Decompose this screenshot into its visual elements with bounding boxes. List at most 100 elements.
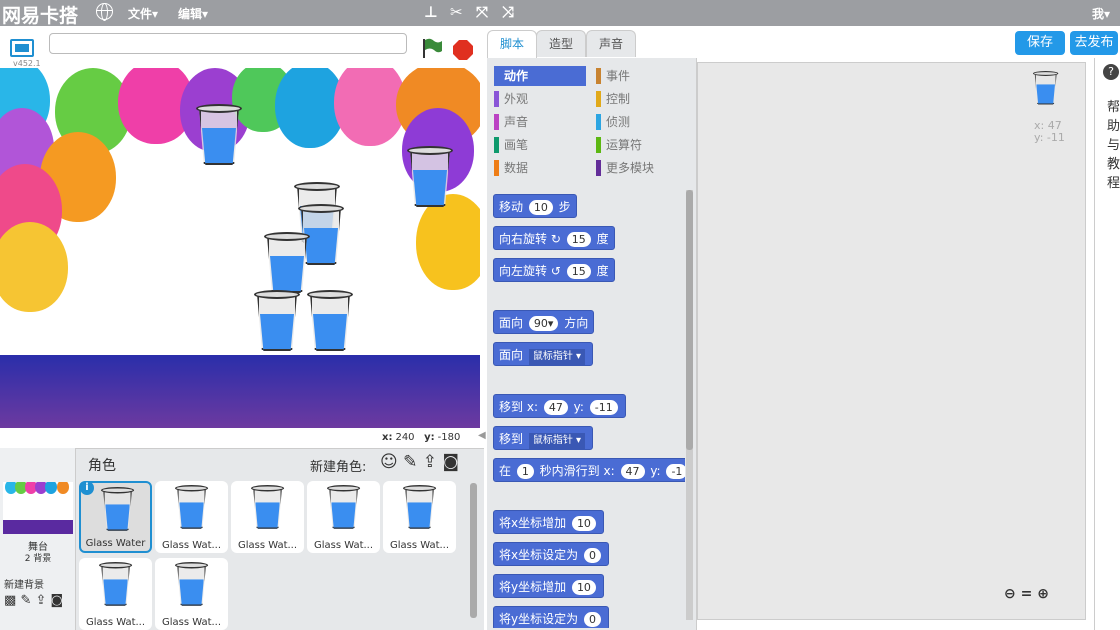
category-swatch — [596, 68, 601, 84]
sprite-position-readout: x: 47 y: -11 — [1034, 119, 1065, 144]
tab-sounds[interactable]: 声音 — [586, 30, 636, 57]
glass-thumbnail-icon — [175, 562, 209, 608]
tab-scripts[interactable]: 脚本 — [487, 30, 537, 58]
camera-backdrop-icon[interactable]: ◙ — [51, 593, 64, 608]
glass-water-sprite[interactable] — [196, 104, 242, 168]
help-icon[interactable]: ? — [1103, 64, 1119, 80]
category-item[interactable]: 侦测 — [596, 112, 630, 132]
script-area[interactable] — [697, 62, 1086, 620]
block-goto[interactable]: 移到 鼠标指针 ▾ — [493, 426, 594, 450]
camera-sprite-icon[interactable]: ◙ — [442, 452, 459, 472]
block-goto-xy[interactable]: 移到 x: 47 y: -11 — [493, 394, 626, 418]
category-item[interactable]: 外观 — [494, 89, 528, 109]
category-item[interactable]: 画笔 — [494, 135, 528, 155]
category-item[interactable]: 控制 — [596, 89, 630, 109]
stop-icon[interactable] — [453, 40, 473, 60]
category-label: 运算符 — [606, 138, 643, 152]
category-swatch — [494, 91, 499, 107]
help-text[interactable]: 帮助与教程 — [1107, 98, 1120, 193]
sprite-thumbnail[interactable]: Glass Wat... — [383, 481, 456, 553]
sprite-thumbnail[interactable]: Glass Wat... — [79, 558, 152, 630]
glass-water-sprite[interactable] — [307, 290, 353, 354]
green-flag-icon[interactable] — [420, 37, 444, 59]
block-change-y[interactable]: 将y坐标增加 10 — [493, 574, 604, 598]
block-point-towards[interactable]: 面向 鼠标指针 ▾ — [493, 342, 594, 366]
upload-backdrop-icon[interactable]: ⇪ — [35, 593, 46, 608]
category-item[interactable]: 动作 — [494, 66, 586, 86]
edit-menu[interactable]: 编辑▾ — [178, 5, 208, 22]
category-label: 画笔 — [504, 138, 529, 152]
menu-bar: 网易卡搭 文件▾ 编辑▾ ⊥ ✂ ⤧ ⤨ 我▾ — [0, 0, 1120, 28]
stage-canvas[interactable] — [0, 68, 480, 428]
upload-sprite-icon[interactable]: ⇪ — [423, 452, 437, 472]
category-item[interactable]: 更多模块 — [596, 158, 654, 178]
zoom-reset-icon[interactable]: = — [1021, 586, 1033, 602]
block-turn-right[interactable]: 向右旋转 ↻ 15 度 — [493, 226, 615, 250]
category-label: 数据 — [504, 161, 529, 175]
sprite-info-icon[interactable]: i — [80, 481, 94, 495]
glass-thumbnail-icon — [403, 485, 437, 531]
sprite-name: Glass Wat... — [389, 540, 450, 551]
block-move[interactable]: 移动 10 步 — [493, 194, 577, 218]
block-turn-left[interactable]: 向左旋转 ↺ 15 度 — [493, 258, 615, 282]
category-label: 事件 — [606, 69, 631, 83]
category-swatch — [494, 137, 499, 153]
category-item[interactable]: 运算符 — [596, 135, 642, 155]
sprite-name: Glass Wat... — [161, 540, 222, 551]
glass-thumbnail-icon — [175, 485, 209, 531]
sprite-thumbnail[interactable]: Glass Wat... — [155, 481, 228, 553]
backdrop-count: 2 背景 — [24, 554, 52, 564]
block-change-x[interactable]: 将x坐标增加 10 — [493, 510, 604, 534]
glass-thumbnail-icon — [251, 485, 285, 531]
block-glide[interactable]: 在 1 秒内滑行到 x: 47 y: -1 — [493, 458, 685, 482]
category-item[interactable]: 数据 — [494, 158, 528, 178]
sprite-thumbnail[interactable]: Glass Wat... — [231, 481, 304, 553]
category-label: 动作 — [504, 69, 529, 83]
category-item[interactable]: 声音 — [494, 112, 528, 132]
category-label: 侦测 — [606, 115, 631, 129]
category-swatch — [596, 114, 601, 130]
grow-icon[interactable]: ⤧ — [476, 3, 488, 21]
tab-costumes[interactable]: 造型 — [536, 30, 586, 57]
zoom-in-icon[interactable]: ⊕ — [1037, 586, 1049, 602]
stage-thumbnail[interactable] — [3, 482, 73, 534]
user-menu[interactable]: 我▾ — [1092, 5, 1110, 22]
save-button[interactable]: 保存 — [1015, 31, 1065, 55]
rotate-right-icon: ↻ — [550, 232, 561, 246]
sprite-list-scrollbar[interactable] — [470, 483, 477, 618]
cut-scissors-icon[interactable]: ✂ — [450, 3, 463, 21]
block-set-y[interactable]: 将y坐标设定为 0 — [493, 606, 609, 628]
shrink-icon[interactable]: ⤨ — [502, 3, 514, 21]
language-globe-icon[interactable] — [96, 3, 113, 21]
sprites-header: 角色 — [88, 458, 116, 474]
category-item[interactable]: 事件 — [596, 66, 630, 86]
paint-sprite-icon[interactable]: ✎ — [403, 452, 417, 472]
glass-thumbnail-icon — [101, 487, 135, 533]
block-set-x[interactable]: 将x坐标设定为 0 — [493, 542, 609, 566]
block-point-direction[interactable]: 面向 90▾ 方向 — [493, 310, 595, 334]
project-title-input[interactable] — [49, 33, 407, 54]
sprite-thumbnail[interactable]: Glass Wat... — [307, 481, 380, 553]
block-list: 移动 10 步 向右旋转 ↻ 15 度 向左旋转 ↺ 15 度 面向 90▾ 方… — [490, 190, 685, 628]
zoom-out-icon[interactable]: ⊖ — [1004, 586, 1016, 602]
sprite-name: Glass Wat... — [161, 617, 222, 628]
new-backdrop-label: 新建背景 — [4, 580, 44, 591]
backdrop-library-icon[interactable]: ▩ — [4, 593, 16, 608]
stage-mouse-coords: x: 240 y: -180 — [382, 432, 461, 443]
duplicate-stamp-icon[interactable]: ⊥ — [424, 3, 438, 21]
paint-backdrop-icon[interactable]: ✎ — [20, 593, 31, 608]
new-sprite-label: 新建角色: — [310, 460, 367, 475]
sprite-library-icon[interactable]: ☺ — [380, 452, 398, 472]
sprite-thumbnail[interactable]: Glass Wat... — [155, 558, 228, 630]
file-menu[interactable]: 文件▾ — [128, 5, 158, 22]
glass-water-sprite[interactable] — [254, 290, 300, 354]
glass-water-sprite[interactable] — [264, 232, 310, 296]
share-button[interactable]: 去发布 — [1070, 31, 1118, 55]
glass-thumbnail-icon — [99, 562, 133, 608]
palette-scrollbar[interactable] — [686, 190, 693, 620]
stage-floor — [0, 355, 480, 428]
new-backdrop-tools: ▩ ✎ ⇪ ◙ — [4, 593, 63, 608]
logo[interactable]: 网易卡搭 — [2, 1, 78, 28]
stage-size-toggle-icon[interactable] — [10, 39, 34, 57]
glass-water-sprite[interactable] — [407, 146, 453, 210]
